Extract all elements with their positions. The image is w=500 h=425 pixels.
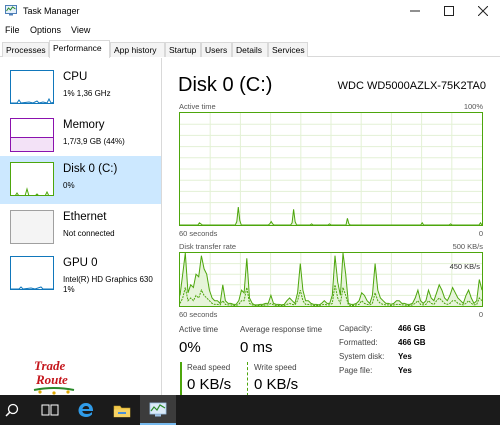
sidebar-item-detail: 1% 1,36 GHz — [63, 89, 111, 98]
gpu-mini-graph — [11, 286, 53, 289]
sidebar-item-detail-2: 1% — [63, 285, 75, 294]
maximize-icon — [444, 6, 454, 16]
sidebar-item-label: GPU 0 — [63, 257, 98, 269]
folder-icon — [113, 405, 131, 417]
sidebar-item-label: Disk 0 (C:) — [63, 163, 118, 175]
active-time-graph — [179, 112, 483, 226]
page-file-value: Yes — [398, 366, 412, 375]
disk-detail-panel: Disk 0 (C:) WDC WD5000AZLX-75K2TA0 Activ… — [163, 58, 500, 396]
active-time-graph-label: Active time — [179, 102, 216, 111]
transfer-rate-x-right: 0 — [478, 310, 483, 319]
menu-options[interactable]: Options — [30, 25, 61, 35]
active-time-value: 0% — [179, 339, 201, 356]
active-time-chart — [180, 113, 483, 226]
write-speed-label: Write speed — [254, 363, 297, 372]
capacity-value: 466 GB — [398, 324, 426, 333]
tab-details[interactable]: Details — [232, 42, 268, 57]
taskbar-edge-button[interactable] — [70, 395, 102, 425]
read-speed-value: 0 KB/s — [187, 376, 232, 393]
sidebar-item-label: CPU — [63, 71, 88, 83]
logo-word-route: Route — [35, 372, 68, 387]
tab-app-history[interactable]: App history — [110, 42, 165, 57]
edge-browser-icon — [78, 403, 94, 417]
tab-performance[interactable]: Performance — [49, 40, 110, 58]
memory-thumbnail — [10, 118, 54, 152]
cpu-thumbnail — [10, 70, 54, 104]
capacity-label: Capacity: — [339, 324, 373, 333]
system-disk-value: Yes — [398, 352, 412, 361]
menu-bar: File Options View — [0, 22, 500, 39]
avg-response-label: Average response time — [240, 325, 323, 334]
transfer-rate-inner-label: 450 KB/s — [449, 262, 480, 271]
avg-response-value: 0 ms — [240, 339, 273, 356]
taskbar-task-view-button[interactable] — [34, 395, 66, 425]
active-time-x-left: 60 seconds — [179, 229, 218, 238]
minimize-icon — [410, 10, 420, 12]
tab-startup[interactable]: Startup — [165, 42, 201, 57]
task-manager-icon — [5, 5, 17, 16]
sidebar-item-disk[interactable]: Disk 0 (C:) 0% — [0, 156, 161, 204]
read-speed-label: Read speed — [187, 363, 231, 372]
taskbar-file-explorer-button[interactable] — [106, 395, 138, 425]
system-disk-label: System disk: — [339, 352, 385, 361]
sidebar-item-detail: 0% — [63, 181, 75, 190]
trade-route-logo: Trade Route — [33, 358, 75, 395]
search-icon — [5, 403, 19, 417]
sidebar-item-detail: 1,7/3,9 GB (44%) — [63, 137, 125, 146]
task-view-icon — [41, 404, 59, 416]
active-time-x-right: 0 — [478, 229, 483, 238]
tab-services[interactable]: Services — [268, 42, 308, 57]
maximize-button[interactable] — [432, 0, 466, 22]
taskbar-search-button[interactable] — [0, 395, 24, 425]
transfer-rate-x-left: 60 seconds — [179, 310, 218, 319]
active-time-label: Active time — [179, 325, 219, 334]
sidebar-item-gpu[interactable]: GPU 0 Intel(R) HD Graphics 630 1% — [0, 250, 161, 302]
active-time-graph-max: 100% — [463, 102, 483, 111]
sidebar-item-label: Memory — [63, 119, 105, 131]
close-icon — [478, 6, 488, 16]
menu-view[interactable]: View — [71, 25, 90, 35]
transfer-rate-graph-label: Disk transfer rate — [179, 242, 237, 251]
formatted-label: Formatted: — [339, 338, 378, 347]
tab-processes[interactable]: Processes — [2, 42, 49, 57]
taskbar-task-manager-button[interactable] — [140, 395, 176, 425]
sidebar-item-cpu[interactable]: CPU 1% 1,36 GHz — [0, 64, 161, 112]
transfer-rate-graph: 450 KB/s — [179, 252, 483, 307]
gpu-thumbnail — [10, 256, 54, 290]
sidebar-item-label: Ethernet — [63, 211, 107, 223]
transfer-rate-graph-max: 500 KB/s — [452, 242, 483, 251]
disk-mini-graph — [15, 187, 50, 195]
tab-users[interactable]: Users — [201, 42, 232, 57]
cpu-mini-graph — [11, 97, 53, 103]
taskbar — [0, 395, 500, 425]
read-speed-indicator — [180, 362, 182, 396]
logo-word-trade: Trade — [34, 358, 66, 373]
sidebar-item-memory[interactable]: Memory 1,7/3,9 GB (44%) — [0, 112, 161, 160]
page-title: Disk 0 (C:) — [178, 74, 273, 96]
ethernet-thumbnail — [10, 210, 54, 244]
window-title: Task Manager — [23, 6, 80, 16]
formatted-value: 466 GB — [398, 338, 426, 347]
resource-sidebar: CPU 1% 1,36 GHz Memory 1,7/3,9 GB (44%) … — [0, 58, 162, 395]
task-manager-icon — [149, 402, 167, 416]
write-speed-value: 0 KB/s — [254, 376, 299, 393]
sidebar-item-detail: Intel(R) HD Graphics 630 — [63, 275, 153, 284]
sidebar-item-detail: Not connected — [63, 229, 115, 238]
tab-bar: Processes Performance App history Startu… — [0, 39, 500, 58]
sidebar-item-ethernet[interactable]: Ethernet Not connected — [0, 204, 161, 252]
close-button[interactable] — [466, 0, 500, 22]
transfer-rate-chart — [179, 252, 483, 307]
write-speed-indicator — [247, 362, 249, 396]
menu-file[interactable]: File — [5, 25, 20, 35]
page-file-label: Page file: — [339, 366, 373, 375]
minimize-button[interactable] — [398, 0, 432, 22]
title-bar: Task Manager — [0, 0, 500, 22]
disk-thumbnail — [10, 162, 54, 196]
disk-model: WDC WD5000AZLX-75K2TA0 — [337, 80, 486, 92]
